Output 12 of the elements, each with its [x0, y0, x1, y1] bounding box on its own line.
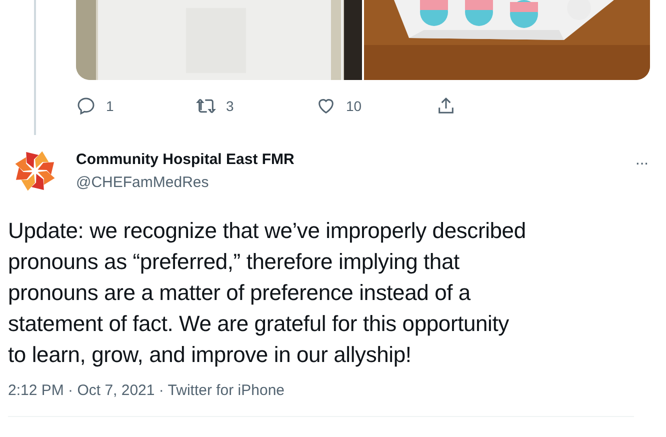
tweet-timestamp[interactable]: 2:12 PM · Oct 7, 2021 · Twitter for iPhone — [8, 382, 285, 399]
heart-icon[interactable] — [316, 96, 336, 116]
share-icon[interactable] — [436, 96, 456, 116]
like-count: 10 — [346, 98, 362, 114]
retweet-icon[interactable] — [196, 96, 216, 116]
more-options-button[interactable]: ··· — [635, 155, 648, 173]
tweet-text: Update: we recognize that we’ve improperly described pronouns as “preferred,” therefore implying that pronouns are a matter of preference instead of a statement of fact. We are grateful for this opportunity to learn, grow, and improve in our allyship! — [8, 217, 527, 369]
retweet-count: 3 — [226, 98, 234, 114]
author-handle[interactable]: @CHEFamMedRes — [76, 173, 209, 192]
author-name[interactable]: Community Hospital East FMR — [76, 150, 294, 169]
reply-icon[interactable] — [76, 96, 96, 116]
reply-count: 1 — [106, 98, 114, 114]
